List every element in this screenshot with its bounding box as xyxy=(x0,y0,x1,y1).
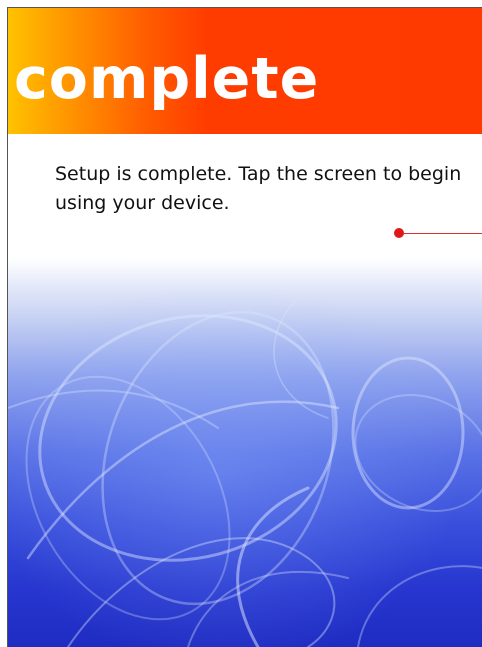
background-artwork xyxy=(8,258,482,647)
pointer-line xyxy=(400,233,482,234)
setup-message: Setup is complete. Tap the screen to beg… xyxy=(55,163,462,214)
swirl-graphic xyxy=(8,258,482,647)
pointer-dot-icon xyxy=(394,228,404,238)
setup-complete-screen[interactable]: complete Setup is complete. Tap the scre… xyxy=(7,7,482,647)
header-banner: complete xyxy=(8,8,482,134)
page-title: complete xyxy=(14,46,320,112)
